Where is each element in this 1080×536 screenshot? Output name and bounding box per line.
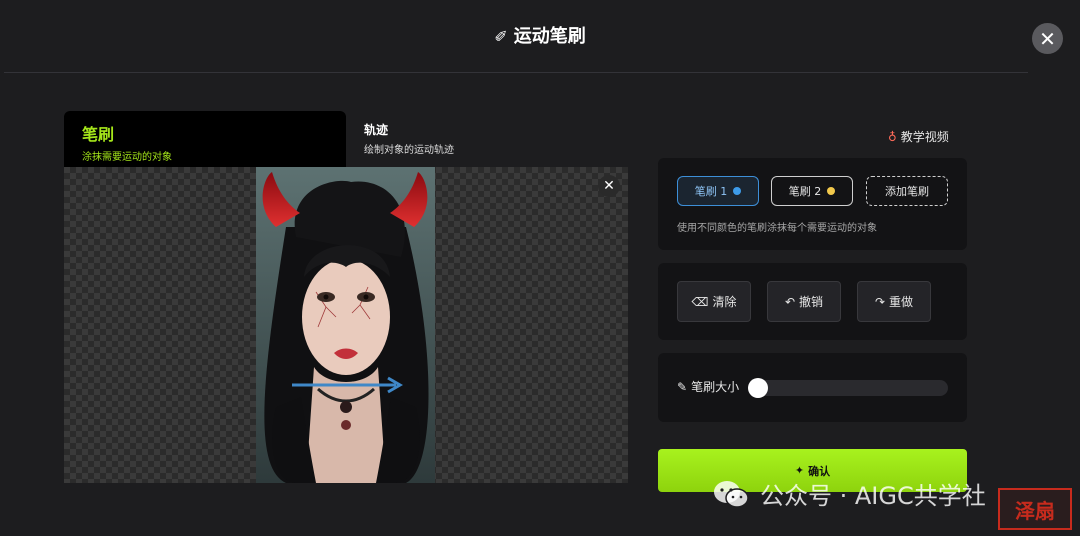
brush-canvas[interactable]: ✕ xyxy=(64,167,628,483)
clear-button[interactable]: ⌫ 清除 xyxy=(677,281,751,322)
tab-brush[interactable]: 笔刷 涂抹需要运动的对象 xyxy=(64,111,346,167)
clear-label: 清除 xyxy=(712,295,737,309)
undo-button[interactable]: ↶ 撤销 xyxy=(767,281,841,322)
undo-icon: ↶ xyxy=(784,294,796,309)
brush-size-panel: ✎ 笔刷大小 xyxy=(658,353,967,422)
canvas-close-button[interactable]: ✕ xyxy=(598,175,620,197)
brush-size-slider[interactable] xyxy=(748,378,948,398)
watermark-text: 公众号 · AIGC共学社 xyxy=(760,482,986,510)
add-brush-label: 添加笔刷 xyxy=(885,185,929,198)
tab-track-subtitle: 绘制对象的运动轨迹 xyxy=(364,145,454,156)
tab-brush-title: 笔刷 xyxy=(82,125,115,144)
close-button[interactable]: ✕ xyxy=(1032,23,1063,54)
brush-size-label: ✎ 笔刷大小 xyxy=(677,378,739,395)
brush-icon: ✎ xyxy=(677,380,688,394)
add-brush-button[interactable]: 添加笔刷 xyxy=(866,176,948,206)
action-panel: ⌫ 清除 ↶ 撤销 ↷ 重做 xyxy=(658,263,967,340)
close-icon: ✕ xyxy=(603,178,615,194)
redo-icon: ↷ xyxy=(874,294,886,309)
tab-track[interactable]: 轨迹 绘制对象的运动轨迹 xyxy=(364,121,454,156)
undo-label: 撤销 xyxy=(799,295,824,309)
tab-track-title: 轨迹 xyxy=(364,123,389,137)
tab-brush-subtitle: 涂抹需要运动的对象 xyxy=(82,152,172,163)
brush-size-text: 笔刷大小 xyxy=(691,380,740,394)
portrait-image xyxy=(256,167,435,483)
motion-brush-icon: ✐ xyxy=(494,27,508,46)
wechat-icon xyxy=(714,480,749,508)
header-divider xyxy=(4,72,1028,73)
brush-1-label: 笔刷 1 xyxy=(694,185,728,198)
brush-panel: 笔刷 1 笔刷 2 添加笔刷 使用不同颜色的笔刷涂抹每个需要运动的对象 xyxy=(658,158,967,250)
tutorial-label: 教学视频 xyxy=(900,130,949,144)
brush-2-label: 笔刷 2 xyxy=(788,185,822,198)
brush-hint: 使用不同颜色的笔刷涂抹每个需要运动的对象 xyxy=(677,223,877,234)
lightbulb-icon: ♁ xyxy=(888,130,897,144)
modal-title: ✐ 运动笔刷 xyxy=(0,22,1080,48)
redo-button[interactable]: ↷ 重做 xyxy=(857,281,931,322)
seal-text: 泽扇 xyxy=(1015,498,1055,523)
brush-1-color-dot xyxy=(733,187,742,195)
brush-1-button[interactable]: 笔刷 1 xyxy=(677,176,759,206)
brush-2-button[interactable]: 笔刷 2 xyxy=(771,176,853,206)
modal-title-text: 运动笔刷 xyxy=(513,26,586,47)
watermark: 公众号 · AIGC共学社 xyxy=(712,476,986,511)
brush-2-color-dot xyxy=(827,187,836,195)
tutorial-video-link[interactable]: ♁ 教学视频 xyxy=(888,128,949,145)
seal-stamp: 泽扇 xyxy=(998,488,1072,530)
eraser-icon: ⌫ xyxy=(691,294,709,309)
brush-size-slider-thumb[interactable] xyxy=(748,378,768,398)
redo-label: 重做 xyxy=(889,295,914,309)
close-icon: ✕ xyxy=(1039,26,1056,51)
